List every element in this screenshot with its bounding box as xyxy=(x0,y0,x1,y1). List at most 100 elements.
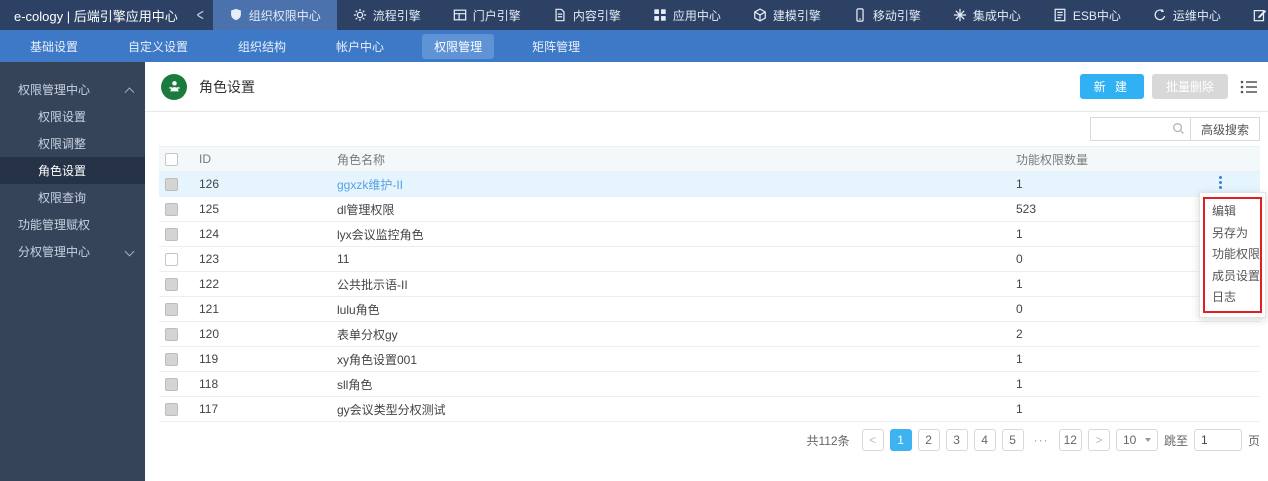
topnav-item-10[interactable]: 运维中心 xyxy=(1137,0,1237,30)
batch-delete-button[interactable]: 批量删除 xyxy=(1151,74,1228,99)
sidebar-item-label: 权限管理中心 xyxy=(18,83,91,97)
row-actions-menu-icon[interactable] xyxy=(1214,176,1226,189)
topnav-item-11[interactable]: 日志中心 xyxy=(1237,0,1268,30)
table-row: 124 lyx会议监控角色 1 xyxy=(159,222,1260,247)
topnav-item-3[interactable]: 门户引擎 xyxy=(437,0,537,30)
cell-role-name: lulu角色 xyxy=(337,302,380,317)
topnav-item-2[interactable]: 流程引擎 xyxy=(337,0,437,30)
sidebar-item-7[interactable]: 分权管理中心 xyxy=(0,238,145,265)
topnav-item-1[interactable]: 组织权限中心 xyxy=(212,0,337,30)
page-size-select[interactable]: 10 xyxy=(1115,429,1158,451)
table-row: 118 sll角色 1 xyxy=(159,372,1260,397)
page-button-5[interactable]: 5 xyxy=(1001,429,1024,451)
page-button-12[interactable]: 12 xyxy=(1058,429,1082,451)
select-all-checkbox[interactable] xyxy=(165,152,178,166)
sidebar-item-3[interactable]: 权限调整 xyxy=(0,130,145,157)
mobile-icon xyxy=(853,8,867,22)
row-checkbox[interactable] xyxy=(165,277,178,291)
row-context-menu: 编辑 另存为 功能权限 成员设置 日志 xyxy=(1199,192,1266,318)
subnav-tab-1[interactable]: 基础设置 xyxy=(18,34,90,59)
table-header-row: ID 角色名称 功能权限数量 xyxy=(159,146,1260,172)
context-menu-item-2[interactable]: 另存为 xyxy=(1212,223,1253,245)
list-view-icon[interactable] xyxy=(1240,79,1258,95)
jump-page-input[interactable] xyxy=(1193,429,1242,451)
title-actions: 新 建 批量删除 xyxy=(1079,74,1258,99)
context-menu-item-1[interactable]: 编辑 xyxy=(1212,201,1253,223)
cell-id: 117 xyxy=(199,402,219,416)
topnav-item-7[interactable]: 移动引擎 xyxy=(837,0,937,30)
subnav-tab-6[interactable]: 矩阵管理 xyxy=(520,34,592,59)
esb-icon xyxy=(1053,8,1067,22)
sidebar-item-6[interactable]: 功能管理赋权 xyxy=(0,211,145,238)
cell-id: 123 xyxy=(199,252,220,266)
row-checkbox[interactable] xyxy=(165,352,178,366)
ops-icon xyxy=(1153,8,1167,22)
next-page-button[interactable]: > xyxy=(1087,429,1110,451)
row-checkbox-cell xyxy=(159,327,199,341)
topnav-item-8[interactable]: 集成中心 xyxy=(937,0,1037,30)
sidebar-item-4[interactable]: 角色设置 xyxy=(0,157,145,184)
page-button-3[interactable]: 3 xyxy=(945,429,968,451)
pagination: 共112条<12345···12>10跳至页 xyxy=(145,422,1268,451)
cell-role-name: gy会议类型分权测试 xyxy=(337,402,446,417)
page-button-4[interactable]: 4 xyxy=(973,429,996,451)
page-button-2[interactable]: 2 xyxy=(917,429,940,451)
row-checkbox[interactable] xyxy=(165,252,178,266)
context-menu-item-5[interactable]: 日志 xyxy=(1212,287,1253,309)
jump-page-suffix: 页 xyxy=(1247,433,1260,448)
topnav-item-9[interactable]: ESB中心 xyxy=(1037,0,1137,30)
role-name-link[interactable]: ggxzk维护-II xyxy=(337,178,403,192)
page-button-1[interactable]: 1 xyxy=(889,429,912,451)
row-checkbox[interactable] xyxy=(165,327,178,341)
sidebar-item-5[interactable]: 权限查询 xyxy=(0,184,145,211)
row-checkbox[interactable] xyxy=(165,202,178,216)
table-row: 126 ggxzk维护-II 1 xyxy=(159,172,1260,197)
sidebar-item-2[interactable]: 权限设置 xyxy=(0,103,145,130)
search-icon[interactable] xyxy=(1172,122,1185,135)
row-checkbox[interactable] xyxy=(165,402,178,416)
topnav-item-6[interactable]: 建模引擎 xyxy=(737,0,837,30)
chevron-left-icon[interactable] xyxy=(188,0,213,30)
apps-icon xyxy=(653,8,667,22)
cell-permission-count: 1 xyxy=(1016,352,1023,366)
pagination-total: 共112条 xyxy=(806,433,850,448)
context-menu-item-3[interactable]: 功能权限 xyxy=(1212,244,1260,266)
topnav-item-4[interactable]: 内容引擎 xyxy=(537,0,637,30)
app-root: e-cology | 后端引擎应用中心 组织权限中心 流程引擎 门户引擎 内容引擎 应用… xyxy=(0,0,1268,481)
table-row: 125 dl管理权限 523 xyxy=(159,197,1260,222)
advanced-search-button[interactable]: 高级搜索 xyxy=(1189,117,1260,141)
row-checkbox-cell xyxy=(159,177,199,191)
page-title: 角色设置 xyxy=(199,78,255,95)
row-checkbox[interactable] xyxy=(165,227,178,241)
subnav-tab-4[interactable]: 帐户中心 xyxy=(324,34,396,59)
table-row: 117 gy会议类型分权测试 1 xyxy=(159,397,1260,422)
create-button[interactable]: 新 建 xyxy=(1079,74,1144,99)
header-checkbox-cell xyxy=(159,152,199,166)
subnav-tab-3[interactable]: 组织结构 xyxy=(226,34,298,59)
topnav-item-label: 组织权限中心 xyxy=(248,8,321,23)
context-menu-item-4[interactable]: 成员设置 xyxy=(1212,266,1260,288)
page-size-value: 10 xyxy=(1122,433,1137,447)
search-row: 高级搜索 xyxy=(145,112,1268,142)
cell-id: 125 xyxy=(199,202,220,216)
column-header: ID xyxy=(199,152,211,166)
sidebar-item-label: 权限调整 xyxy=(38,137,87,151)
sidebar-item-1[interactable]: 权限管理中心 xyxy=(0,76,145,103)
cell-role-name: ggxzk维护-II xyxy=(337,176,1016,193)
row-checkbox[interactable] xyxy=(165,177,178,191)
chevron-down-icon xyxy=(124,246,135,257)
integration-icon xyxy=(953,8,967,22)
chevron-up-icon xyxy=(124,87,135,98)
sidebar-item-label: 角色设置 xyxy=(38,164,87,178)
column-header: 功能权限数量 xyxy=(1016,152,1089,167)
subnav-tab-2[interactable]: 自定义设置 xyxy=(116,34,200,59)
topnav-item-label: 门户引擎 xyxy=(472,8,521,23)
row-checkbox-cell xyxy=(159,352,199,366)
subnav-tab-5[interactable]: 权限管理 xyxy=(422,33,495,59)
prev-page-button[interactable]: < xyxy=(861,429,884,451)
topnav-item-5[interactable]: 应用中心 xyxy=(637,0,737,30)
row-checkbox[interactable] xyxy=(165,377,178,391)
cell-role-name: xy角色设置001 xyxy=(337,352,418,367)
cell-role-name: 公共批示语-II xyxy=(337,277,408,292)
row-checkbox[interactable] xyxy=(165,302,178,316)
